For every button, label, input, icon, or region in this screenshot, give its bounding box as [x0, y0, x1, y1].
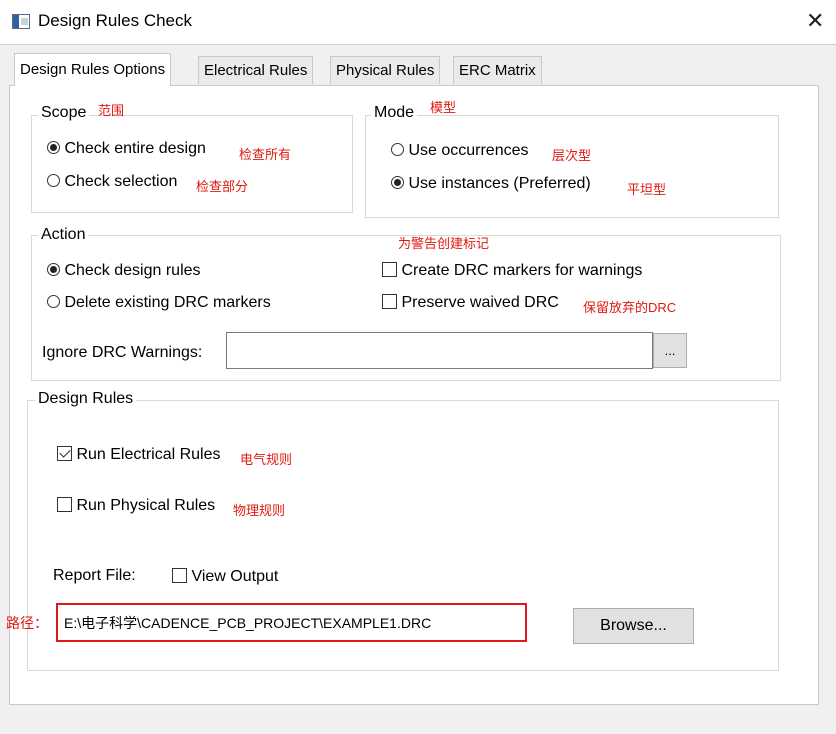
path-note: 路径： — [6, 615, 48, 631]
scope-legend: Scope — [38, 104, 90, 122]
action-legend: Action — [38, 226, 89, 244]
browse-button[interactable]: Browse... — [573, 608, 694, 644]
app-icon — [12, 14, 30, 29]
ignore-drc-input[interactable] — [226, 332, 653, 369]
radio-label: Check design rules — [64, 262, 201, 279]
mode-note: 模型 — [430, 100, 457, 115]
note-use-occurrences: 层次型 — [552, 148, 592, 163]
radio-check-design-rules[interactable]: Check design rules — [47, 262, 201, 280]
report-file-label: Report File: — [53, 567, 136, 584]
radio-delete-drc-markers[interactable]: Delete existing DRC markers — [47, 294, 271, 312]
tab-physical-rules[interactable]: Physical Rules — [330, 56, 441, 84]
report-file-path-value: E:\电子科学\CADENCE_PCB_PROJECT\EXAMPLE1.DRC — [64, 615, 432, 631]
radio-icon[interactable] — [47, 263, 60, 276]
scope-note: 范围 — [98, 103, 125, 118]
note-check-selection: 检查部分 — [196, 179, 249, 194]
radio-icon[interactable] — [47, 141, 60, 154]
checkbox-run-electrical-rules[interactable]: Run Electrical Rules — [57, 446, 221, 464]
checkbox-icon[interactable] — [382, 262, 397, 277]
checkbox-preserve-waived-drc[interactable]: Preserve waived DRC — [382, 294, 559, 312]
radio-icon[interactable] — [391, 176, 404, 189]
radio-use-instances[interactable]: Use instances (Preferred) — [391, 175, 591, 193]
checkbox-label: Run Electrical Rules — [76, 446, 221, 463]
window-title: Design Rules Check — [38, 11, 193, 30]
checkbox-icon[interactable] — [57, 497, 72, 512]
radio-label: Check selection — [64, 173, 178, 190]
checkbox-create-drc-markers[interactable]: Create DRC markers for warnings — [382, 262, 642, 280]
note-check-entire-design: 检查所有 — [239, 147, 292, 162]
ignore-drc-label: Ignore DRC Warnings: — [42, 344, 203, 361]
scope-group — [31, 115, 353, 213]
tab-design-rules-options[interactable]: Design Rules Options — [14, 53, 172, 86]
radio-icon[interactable] — [47, 174, 60, 187]
radio-icon[interactable] — [47, 295, 60, 308]
note-run-electrical-rules: 电气规则 — [240, 452, 293, 467]
mode-legend: Mode — [371, 104, 418, 122]
radio-check-selection[interactable]: Check selection — [47, 173, 177, 191]
radio-use-occurrences[interactable]: Use occurrences — [391, 142, 529, 160]
checkbox-icon[interactable] — [172, 568, 187, 583]
checkbox-icon[interactable] — [57, 446, 72, 461]
checkbox-label: View Output — [191, 568, 279, 585]
note-preserve-waived-drc: 保留放弃的DRC — [583, 300, 677, 315]
checkbox-icon[interactable] — [382, 294, 397, 309]
checkbox-view-output[interactable]: View Output — [172, 568, 278, 586]
radio-label: Use occurrences — [408, 142, 529, 159]
radio-label: Delete existing DRC markers — [64, 294, 271, 311]
radio-icon[interactable] — [391, 143, 404, 156]
note-run-physical-rules: 物理规则 — [233, 503, 286, 518]
checkbox-label: Preserve waived DRC — [401, 294, 559, 311]
radio-label: Use instances (Preferred) — [408, 175, 591, 192]
warnings-note: 为警告创建标记 — [398, 236, 490, 251]
report-file-path-input[interactable]: E:\电子科学\CADENCE_PCB_PROJECT\EXAMPLE1.DRC — [56, 603, 527, 642]
radio-check-entire-design[interactable]: Check entire design — [47, 140, 206, 158]
tab-electrical-rules[interactable]: Electrical Rules — [198, 56, 314, 84]
note-use-instances: 平坦型 — [627, 182, 667, 197]
tab-erc-matrix[interactable]: ERC Matrix — [453, 56, 542, 84]
checkbox-run-physical-rules[interactable]: Run Physical Rules — [57, 497, 215, 515]
checkbox-label: Run Physical Rules — [76, 497, 216, 514]
design-rules-legend: Design Rules — [35, 390, 137, 408]
ignore-drc-browse-button[interactable]: ... — [653, 333, 687, 368]
radio-label: Check entire design — [64, 140, 206, 157]
close-icon[interactable]: ✕ — [806, 8, 824, 34]
mode-group — [365, 115, 779, 218]
checkbox-label: Create DRC markers for warnings — [401, 262, 643, 279]
title-bar: Design Rules Check ✕ — [0, 0, 836, 44]
